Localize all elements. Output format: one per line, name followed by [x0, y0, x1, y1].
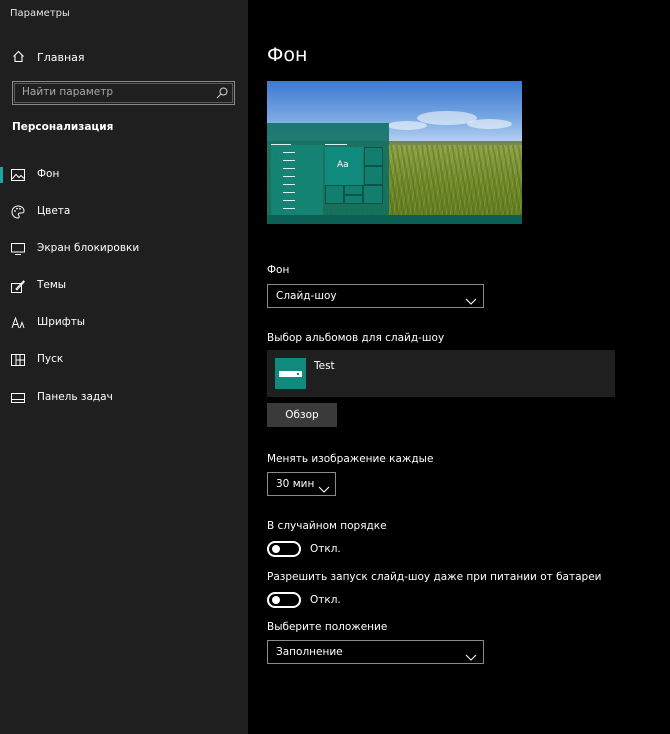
albums-label: Выбор альбомов для слайд-шоу — [267, 332, 445, 344]
taskbar-icon — [11, 391, 25, 405]
shuffle-toggle[interactable] — [267, 541, 301, 557]
preview-tile: Aa — [325, 147, 363, 185]
dropdown-value: 30 мин — [276, 478, 315, 490]
browse-button[interactable]: Обзор — [267, 403, 337, 427]
background-preview: Aa — [267, 81, 522, 224]
sidebar-item-taskbar[interactable]: Панель задач — [0, 383, 248, 413]
sidebar-item-background[interactable]: Фон — [0, 160, 248, 190]
battery-label: Разрешить запуск слайд-шоу даже при пита… — [267, 571, 602, 583]
preview-taskbar — [267, 215, 522, 224]
section-title: Персонализация — [12, 121, 114, 133]
home-label: Главная — [37, 50, 85, 64]
background-type-dropdown[interactable]: Слайд-шоу — [267, 284, 484, 308]
home-button[interactable]: Главная — [12, 48, 85, 66]
sidebar: Параметры Главная Найти параметр Персона… — [0, 0, 248, 734]
folder-icon — [275, 358, 306, 389]
shuffle-label: В случайном порядке — [267, 520, 387, 532]
themes-icon — [11, 279, 25, 293]
preview-start-menu: Aa — [267, 123, 389, 215]
album-name: Test — [314, 360, 335, 372]
picture-icon — [11, 168, 25, 182]
fit-label: Выберите положение — [267, 621, 388, 633]
shuffle-state: Откл. — [310, 543, 341, 555]
chevron-down-icon — [465, 647, 477, 666]
sidebar-item-themes[interactable]: Темы — [0, 271, 248, 301]
main-content: Фон Aa Фон Слайд-шоу Выбор альбомов для … — [248, 0, 670, 734]
monitor-icon — [11, 242, 25, 256]
interval-dropdown[interactable]: 30 мин — [267, 472, 336, 496]
sidebar-item-label: Шрифты — [37, 316, 86, 328]
interval-label: Менять изображение каждые — [267, 453, 434, 465]
search-placeholder: Найти параметр — [22, 86, 113, 98]
battery-state: Откл. — [310, 594, 341, 606]
sidebar-item-start[interactable]: Пуск — [0, 345, 248, 375]
sidebar-item-label: Экран блокировки — [37, 242, 140, 254]
chevron-down-icon — [318, 479, 330, 498]
battery-toggle[interactable] — [267, 592, 301, 608]
sidebar-item-label: Темы — [37, 279, 67, 291]
sidebar-item-colors[interactable]: Цвета — [0, 197, 248, 227]
preview-tile-text: Aa — [337, 160, 349, 170]
page-title: Фон — [267, 44, 308, 66]
search-input[interactable]: Найти параметр — [12, 81, 235, 105]
sidebar-item-label: Пуск — [37, 353, 64, 365]
home-icon — [12, 48, 25, 67]
sidebar-item-lock-screen[interactable]: Экран блокировки — [0, 234, 248, 264]
app-title: Параметры — [10, 8, 70, 19]
start-icon — [11, 353, 25, 367]
background-label: Фон — [267, 264, 290, 276]
sidebar-item-label: Панель задач — [37, 391, 113, 403]
sidebar-item-label: Цвета — [37, 205, 71, 217]
sidebar-item-label: Фон — [37, 168, 60, 180]
dropdown-value: Заполнение — [276, 646, 343, 658]
dropdown-value: Слайд-шоу — [276, 290, 337, 302]
chevron-down-icon — [465, 291, 477, 310]
sidebar-item-fonts[interactable]: Шрифты — [0, 308, 248, 338]
fit-dropdown[interactable]: Заполнение — [267, 640, 484, 664]
font-icon — [11, 316, 25, 330]
album-item[interactable]: Test — [267, 350, 615, 397]
search-icon[interactable] — [215, 85, 229, 104]
palette-icon — [11, 205, 25, 219]
